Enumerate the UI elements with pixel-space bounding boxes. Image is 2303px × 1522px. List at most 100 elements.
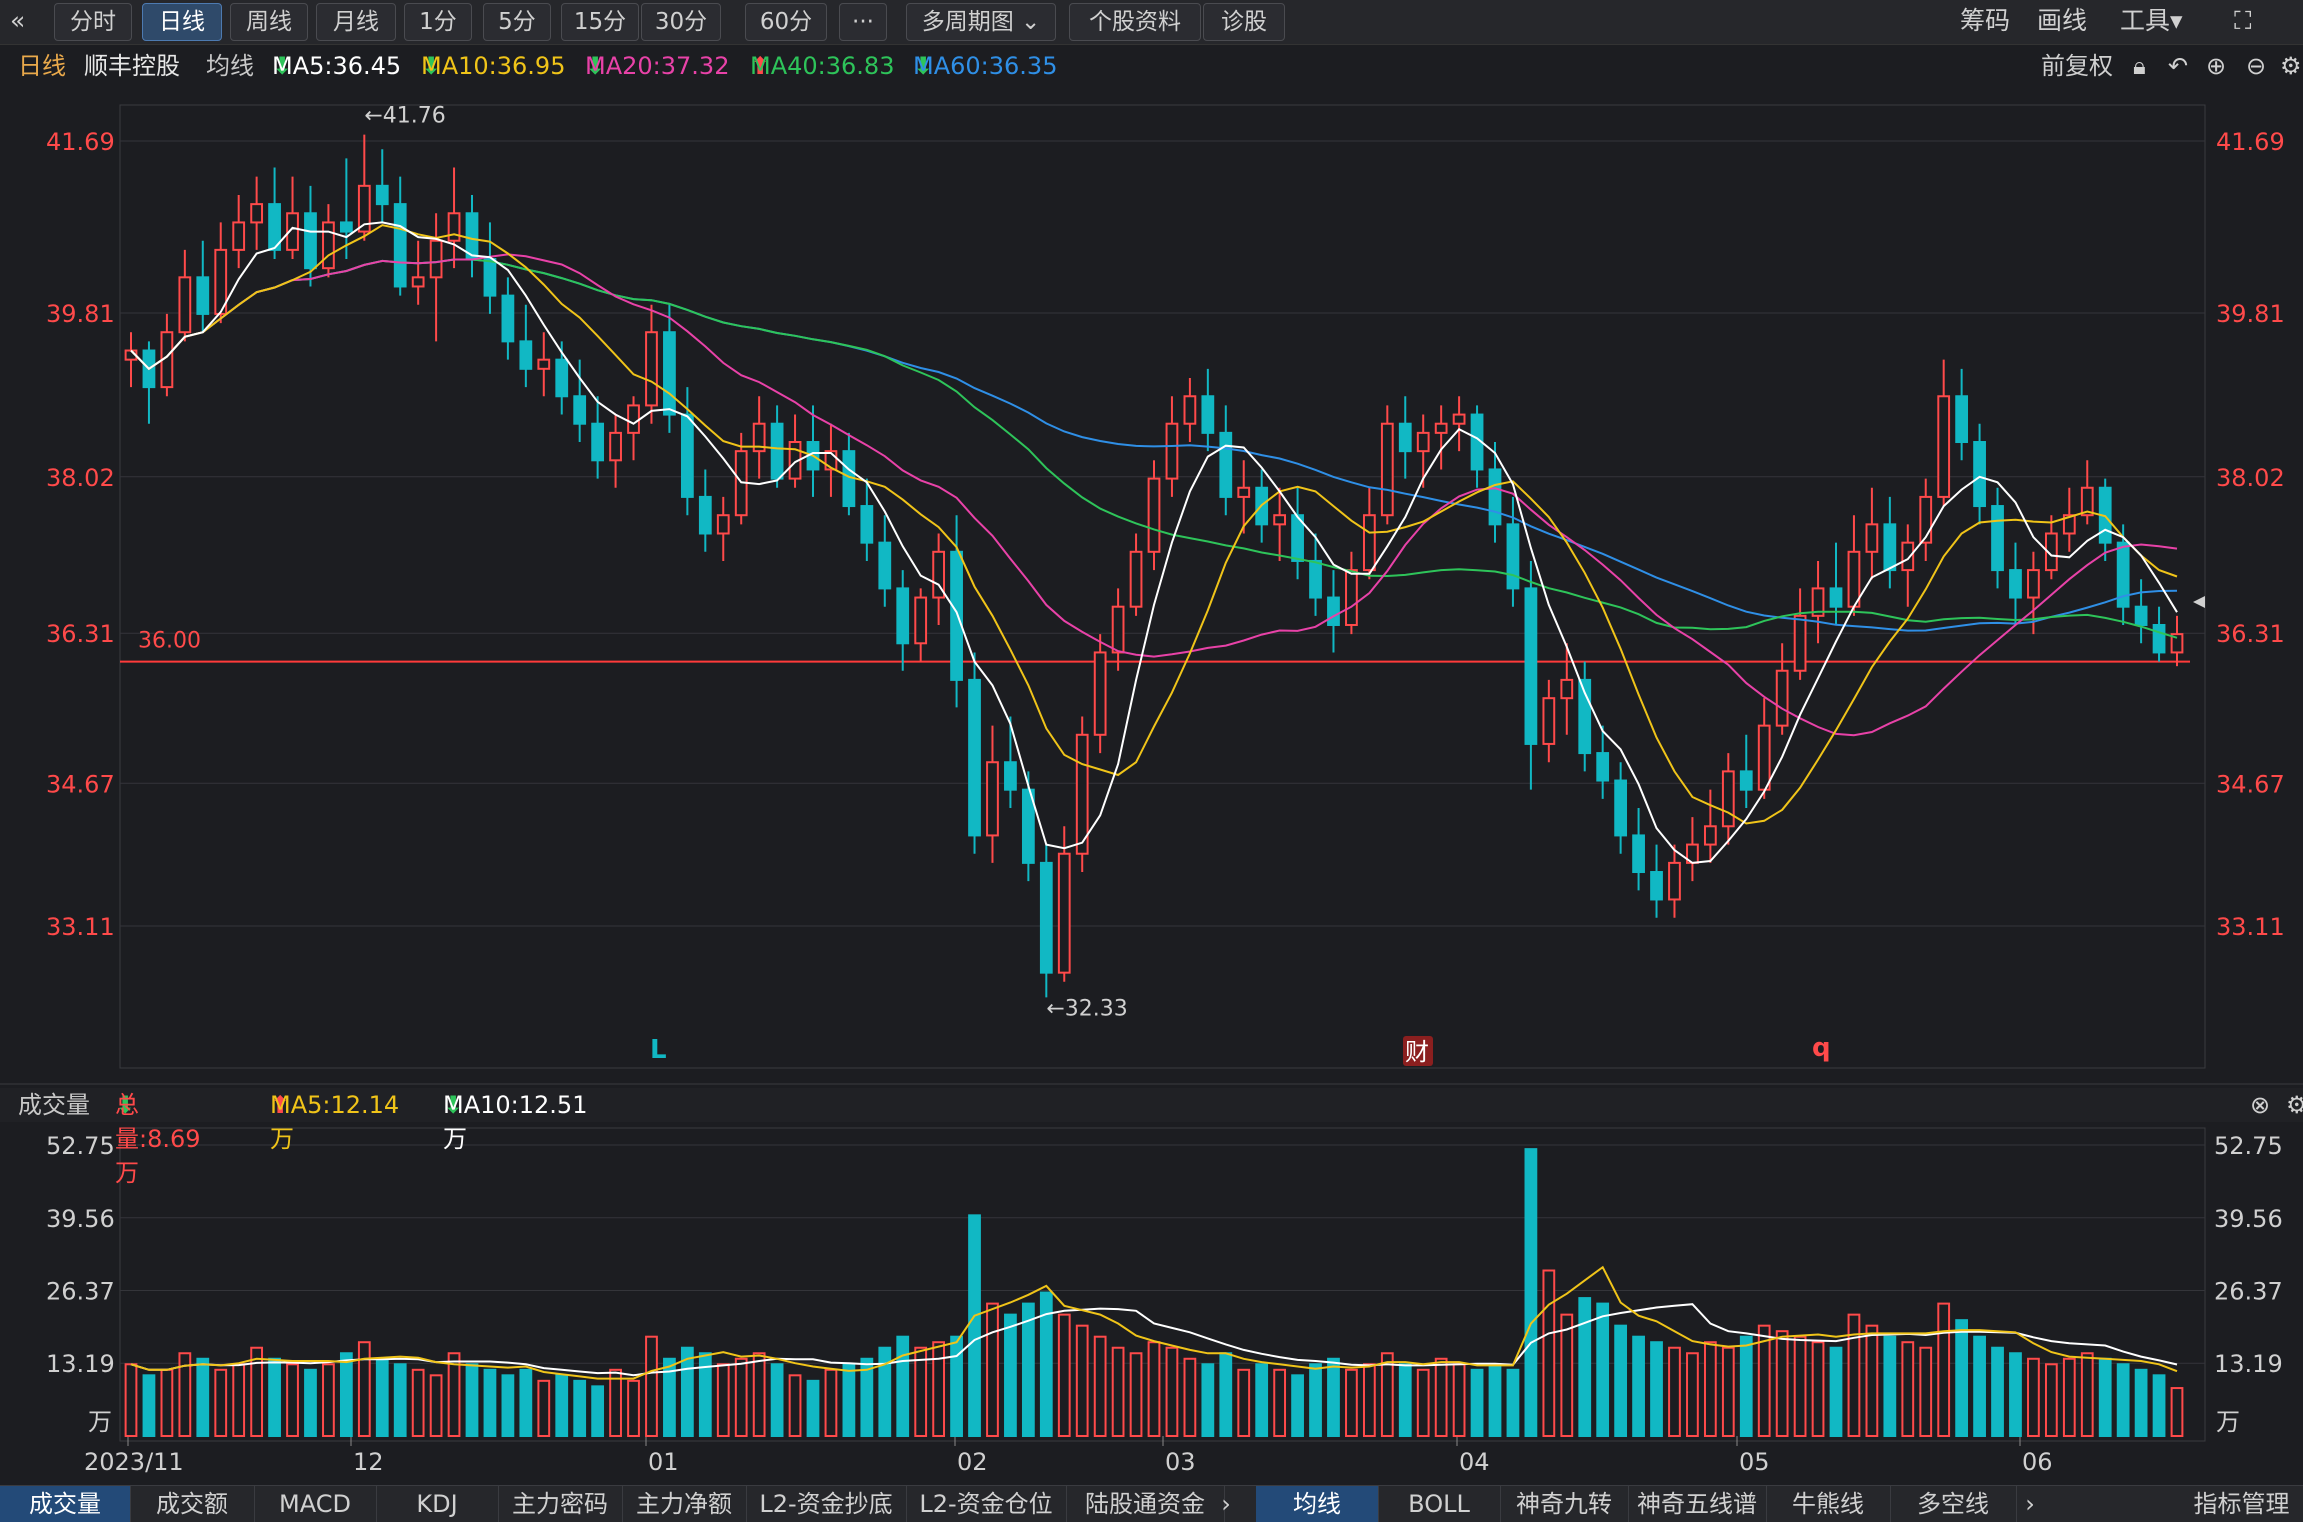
event-marker-finance: 财 [1405, 1038, 1429, 1066]
volume-bar-down [1506, 1368, 1520, 1437]
date-label: 02 [957, 1448, 988, 1476]
volume-bar-up [1273, 1368, 1287, 1437]
overlay-tab-3[interactable]: 神奇五线谱 [1628, 1486, 1767, 1522]
candle-up [1721, 770, 1735, 828]
volume-bar-down [2152, 1374, 2166, 1437]
candle-up [627, 404, 640, 434]
date-label: 06 [2022, 1448, 2053, 1476]
volume-bar-up [1380, 1352, 1394, 1438]
indicator-tab-4[interactable]: 主力密码 [498, 1486, 623, 1522]
overlay-tab-0[interactable]: 均线 [1256, 1486, 1379, 1522]
volume-bar-up [2170, 1387, 2184, 1438]
volume-tick-right: 13.19 [2214, 1350, 2283, 1378]
price-tick-right: 36.31 [2216, 620, 2285, 648]
indicator-tab-8[interactable]: 陆股通资金 [1066, 1486, 1225, 1522]
price-tick-right: 38.02 [2216, 464, 2285, 492]
indicator-tab-6[interactable]: L2-资金抄底 [746, 1486, 907, 1522]
overlay-tab-5[interactable]: 多空线 [1890, 1486, 2017, 1522]
volume-bar-up [124, 1363, 138, 1437]
volume-bar-up [232, 1363, 246, 1437]
candle-down [698, 495, 712, 535]
volume-bar-up [411, 1368, 425, 1437]
candle-up [429, 239, 443, 279]
candle-up [250, 203, 264, 224]
candle-up [1147, 477, 1161, 553]
volume-bar-up [1075, 1324, 1089, 1437]
indicator-tab-1[interactable]: 成交额 [130, 1486, 255, 1522]
volume-bar-up [824, 1368, 838, 1437]
volume-title: 成交量 [18, 1091, 90, 1119]
kline-chart[interactable]: 41.69 41.69 39.81 39.81 38.02 38.02 36.31 36.31… [0, 0, 2303, 1521]
volume-ma5-text: MA5:12.14万 [270, 1091, 400, 1153]
candle-down [483, 258, 497, 297]
ma60-line [130, 258, 2178, 632]
candle-up [178, 276, 192, 334]
volume-bar-up [429, 1374, 443, 1437]
candle-up [716, 514, 730, 535]
candle-up [609, 431, 622, 462]
date-label: 2023/11 [84, 1448, 184, 1476]
candle-up [1703, 825, 1717, 846]
volume-bar-up [2080, 1352, 2094, 1438]
volume-bar-up [1901, 1341, 1915, 1438]
volume-bar-down [1524, 1148, 1538, 1437]
candle-up [1345, 569, 1358, 626]
candle-up [411, 276, 425, 288]
candle-up [1273, 514, 1287, 526]
volume-bar-up [1686, 1352, 1699, 1438]
candle-down [1039, 861, 1053, 974]
volume-bar-up [1865, 1324, 1879, 1437]
volume-bar-up [1668, 1346, 1681, 1438]
candle-up [537, 358, 551, 370]
volume-bar-down [2134, 1368, 2148, 1437]
candle-up [322, 221, 335, 270]
volume-bar-down [1955, 1319, 1969, 1437]
candle-up [1380, 422, 1394, 517]
candle-down [2152, 623, 2166, 654]
close-icon[interactable]: ⊗ [2250, 1088, 2270, 1122]
candle-down [1596, 752, 1610, 782]
price-tick-left: 33.11 [46, 913, 115, 941]
indicator-tab-3[interactable]: KDJ [376, 1486, 499, 1522]
price-tick-left: 39.81 [46, 300, 115, 328]
candle-down [1829, 587, 1843, 608]
volume-bar-up [1775, 1330, 1789, 1437]
event-marker-q: q [1812, 1033, 1831, 1063]
volume-bar-down [1650, 1341, 1663, 1438]
candle-down [968, 678, 981, 837]
price-tick-left: 41.69 [46, 128, 115, 156]
candle-down [1219, 431, 1233, 498]
indicator-tab-5[interactable]: 主力净额 [622, 1486, 747, 1522]
chevron-right-icon[interactable]: › [1206, 1486, 1246, 1522]
volume-bar-down [806, 1379, 820, 1437]
volume-bar-up [609, 1368, 622, 1437]
overlay-tab-4[interactable]: 牛熊线 [1766, 1486, 1891, 1522]
candle-down [339, 221, 353, 233]
volume-unit-left: 万 [88, 1408, 112, 1436]
indicator-manage-button[interactable]: 指标管理 [2180, 1486, 2303, 1522]
volume-bar-up [1847, 1313, 1861, 1438]
volume-tick-right: 52.75 [2214, 1132, 2283, 1160]
volume-bar-up [1147, 1341, 1161, 1438]
candle-down [1955, 395, 1969, 444]
date-label: 01 [648, 1448, 679, 1476]
volume-unit-right: 万 [2216, 1408, 2240, 1436]
candle-down [1506, 523, 1520, 590]
indicator-tab-2[interactable]: MACD [254, 1486, 377, 1522]
volume-bar-down [1021, 1302, 1035, 1438]
indicator-tab-0[interactable]: 成交量 [0, 1486, 131, 1522]
candle-down [1398, 422, 1412, 453]
volume-bar-down [1578, 1297, 1592, 1438]
overlay-tab-1[interactable]: BOLL [1378, 1486, 1501, 1522]
volume-bar-up [1811, 1341, 1825, 1438]
indicator-tab-7[interactable]: L2-资金仓位 [906, 1486, 1067, 1522]
volume-bar-up [1703, 1341, 1717, 1438]
overlay-tab-2[interactable]: 神奇九转 [1500, 1486, 1629, 1522]
candle-down [770, 422, 784, 480]
volume-bar-down [2009, 1352, 2022, 1438]
volume-bar-down [483, 1368, 497, 1437]
candle-down [2009, 569, 2022, 599]
chevron-right-icon[interactable]: › [2010, 1486, 2050, 1522]
price-tick-right: 41.69 [2216, 128, 2285, 156]
settings-icon[interactable]: ⚙ [2286, 1088, 2303, 1122]
